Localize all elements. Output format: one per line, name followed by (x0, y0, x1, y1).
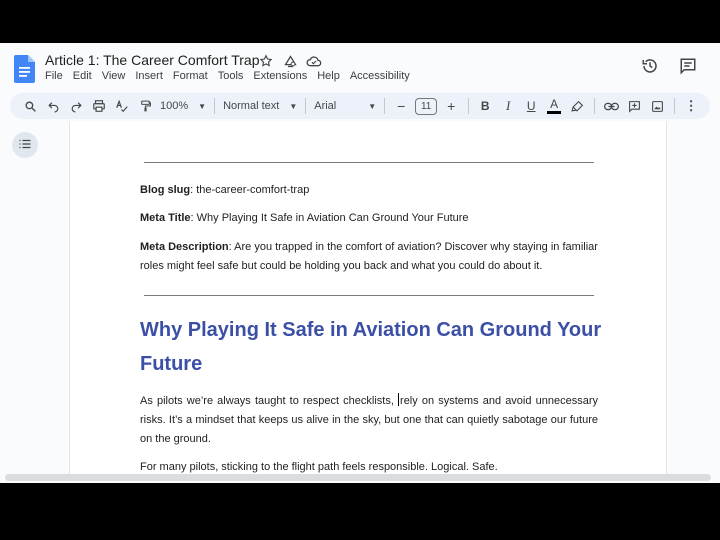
toolbar: 100% ▼ Normal text ▼ Arial ▼ − 11 + B I … (10, 93, 710, 119)
toolbar-divider (674, 98, 676, 114)
bold-icon[interactable]: B (477, 96, 493, 116)
insert-image-icon[interactable] (649, 96, 665, 116)
text-cursor (398, 393, 400, 406)
paint-format-icon[interactable] (137, 96, 153, 116)
underline-icon[interactable]: U (523, 96, 539, 116)
zoom-select[interactable]: 100% ▼ (160, 100, 206, 112)
menu-extensions[interactable]: Extensions (253, 70, 307, 82)
menu-tools[interactable]: Tools (218, 70, 244, 82)
cloud-saved-icon[interactable] (306, 53, 322, 69)
highlight-color-icon[interactable] (569, 96, 585, 116)
font-select[interactable]: Arial ▼ (314, 100, 376, 112)
font-size-input[interactable]: 11 (415, 97, 438, 115)
document-outline-button[interactable] (12, 132, 38, 158)
style-value: Normal text (223, 100, 280, 112)
chevron-down-icon: ▼ (368, 101, 377, 111)
meta-description-line: Meta Description: Are you trapped in the… (140, 238, 598, 276)
comments-icon[interactable] (678, 56, 698, 76)
spelling-check-icon[interactable] (114, 96, 130, 116)
search-menus-icon[interactable] (22, 96, 38, 116)
meta-description-label: Meta Description (140, 241, 229, 253)
blog-slug-value: : the-career-comfort-trap (190, 184, 310, 196)
move-to-folder-icon[interactable] (282, 53, 298, 69)
chevron-down-icon: ▼ (289, 101, 298, 111)
horizontal-rule (144, 295, 594, 296)
insert-link-icon[interactable] (603, 96, 619, 116)
menu-accessibility[interactable]: Accessibility (350, 70, 410, 82)
toolbar-divider (305, 98, 307, 114)
text-color-icon[interactable]: A (546, 96, 562, 116)
decrease-font-size-icon[interactable]: − (393, 96, 409, 116)
blog-slug-line: Blog slug: the-career-comfort-trap (140, 181, 598, 200)
title-bar: Article 1: The Career Comfort Trap File … (0, 43, 720, 91)
docs-logo-icon[interactable] (14, 55, 35, 83)
meta-title-line: Meta Title: Why Playing It Safe in Aviat… (140, 209, 598, 228)
version-history-icon[interactable] (640, 56, 660, 76)
chevron-down-icon: ▼ (198, 101, 207, 111)
meta-title-value: : Why Playing It Safe in Aviation Can Gr… (190, 212, 469, 224)
meta-title-label: Meta Title (140, 212, 191, 224)
menu-insert[interactable]: Insert (135, 70, 163, 82)
menu-format[interactable]: Format (173, 70, 208, 82)
print-icon[interactable] (91, 96, 107, 116)
add-comment-icon[interactable] (626, 96, 642, 116)
increase-font-size-icon[interactable]: + (443, 96, 459, 116)
horizontal-rule (144, 162, 594, 163)
menu-view[interactable]: View (102, 70, 126, 82)
toolbar-divider (214, 98, 216, 114)
menu-edit[interactable]: Edit (73, 70, 92, 82)
more-options-icon[interactable]: ⋮ (683, 96, 699, 116)
style-select[interactable]: Normal text ▼ (223, 100, 297, 112)
toolbar-divider (468, 98, 470, 114)
undo-icon[interactable] (45, 96, 61, 116)
blog-slug-label: Blog slug (140, 184, 191, 196)
article-heading: Why Playing It Safe in Aviation Can Grou… (140, 319, 602, 375)
redo-icon[interactable] (68, 96, 84, 116)
toolbar-divider (384, 98, 386, 114)
outline-list-icon (19, 136, 31, 154)
paragraph-1: As pilots we’re always taught to respect… (140, 392, 598, 449)
document-page[interactable]: Blog slug: the-career-comfort-trap Meta … (69, 121, 667, 476)
zoom-value: 100% (160, 100, 189, 112)
menu-help[interactable]: Help (317, 70, 340, 82)
document-title[interactable]: Article 1: The Career Comfort Trap (45, 52, 259, 68)
paragraph-1-start: As pilots we’re always taught to respect… (140, 395, 399, 407)
docs-window: Article 1: The Career Comfort Trap File … (0, 43, 720, 483)
menu-bar: File Edit View Insert Format Tools Exten… (45, 70, 410, 82)
italic-icon[interactable]: I (500, 96, 516, 116)
menu-file[interactable]: File (45, 70, 63, 82)
toolbar-divider (594, 98, 596, 114)
star-icon[interactable] (258, 53, 274, 69)
horizontal-scrollbar[interactable] (5, 474, 711, 481)
font-value: Arial (314, 100, 337, 112)
